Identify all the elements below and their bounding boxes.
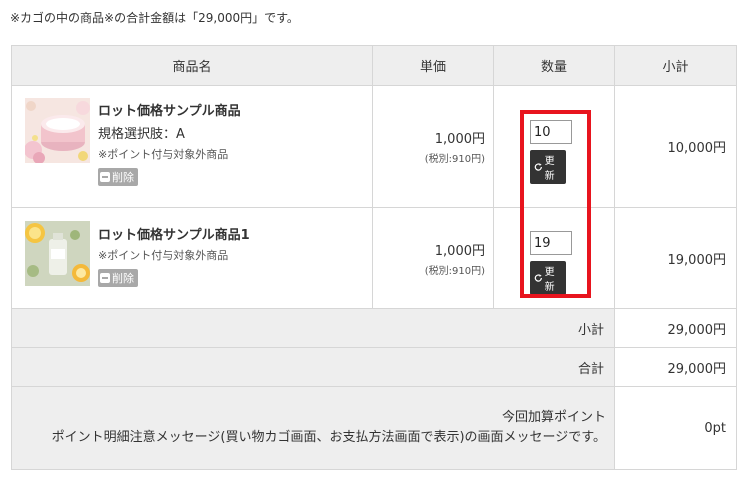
points-row: 今回加算ポイント ポイント明細注意メッセージ(買い物カゴ画面、お支払方法画面で表…: [11, 386, 737, 470]
delete-button[interactable]: 削除: [98, 168, 138, 186]
total-label: 合計: [11, 347, 615, 387]
product-cell: ロット価格サンプル商品1 ※ポイント付与対象外商品 削除: [11, 207, 373, 309]
product-spec: 規格選択肢：A: [98, 127, 185, 142]
unit-price-cell: 1,000円 (税別:910円): [372, 85, 494, 208]
product-image-cream[interactable]: [25, 98, 90, 163]
cart-item-row: ロット価格サンプル商品 規格選択肢：A ※ポイント付与対象外商品 削除 1,00…: [11, 85, 737, 208]
product-name[interactable]: ロット価格サンプル商品: [98, 100, 241, 119]
tax-excluded-price: (税別:910円): [424, 265, 485, 277]
cart-item-row: ロット価格サンプル商品1 ※ポイント付与対象外商品 削除 1,000円 (税別:…: [11, 207, 737, 309]
delete-label: 削除: [112, 272, 134, 285]
unit-price: 1,000円: [434, 243, 485, 259]
delete-label: 削除: [112, 171, 134, 184]
product-image-bottle[interactable]: [25, 221, 90, 286]
cart-table: 商品名 単価 数量 小計 ロット価格サンプル商品 規格選択肢：A ※ポイント付与…: [11, 45, 737, 470]
product-cell: ロット価格サンプル商品 規格選択肢：A ※ポイント付与対象外商品 削除: [11, 85, 373, 208]
quantity-input[interactable]: [530, 120, 572, 144]
quantity-cell: 更新: [493, 207, 615, 309]
points-label: 今回加算ポイント: [501, 410, 606, 425]
col-header-product: 商品名: [11, 45, 373, 86]
delete-button[interactable]: 削除: [98, 269, 138, 287]
cart-notice: ※カゴの中の商品※の合計金額は「29,000円」です。: [10, 11, 299, 25]
update-button[interactable]: 更新: [530, 150, 566, 184]
refresh-icon: [534, 274, 542, 282]
total-value: 29,000円: [614, 347, 737, 387]
quantity-cell: 更新: [493, 85, 615, 208]
points-message: ポイント明細注意メッセージ(買い物カゴ画面、お支払方法画面で表示)の画面メッセー…: [51, 430, 606, 445]
subtotal-row: 小計 29,000円: [11, 308, 737, 348]
item-subtotal: 10,000円: [614, 85, 737, 208]
col-header-quantity: 数量: [493, 45, 615, 86]
subtotal-label: 小計: [11, 308, 615, 348]
tax-excluded-price: (税別:910円): [424, 154, 485, 165]
quantity-input[interactable]: [530, 231, 572, 255]
col-header-unit-price: 単価: [372, 45, 494, 86]
refresh-icon: [534, 163, 542, 171]
product-point-note: ※ポイント付与対象外商品: [98, 249, 229, 262]
total-row: 合計 29,000円: [11, 347, 737, 387]
unit-price-cell: 1,000円 (税別:910円): [372, 207, 494, 309]
subtotal-value: 29,000円: [614, 308, 737, 348]
col-header-subtotal: 小計: [614, 45, 737, 86]
update-label: 更新: [544, 156, 555, 182]
unit-price: 1,000円: [434, 132, 485, 147]
item-subtotal: 19,000円: [614, 207, 737, 309]
product-name[interactable]: ロット価格サンプル商品1: [98, 224, 250, 243]
product-point-note: ※ポイント付与対象外商品: [98, 148, 229, 161]
minus-icon: [100, 172, 110, 182]
update-button[interactable]: 更新: [530, 261, 566, 295]
minus-icon: [100, 273, 110, 283]
header-row: 商品名 単価 数量 小計: [11, 45, 737, 86]
points-info: 今回加算ポイント ポイント明細注意メッセージ(買い物カゴ画面、お支払方法画面で表…: [11, 386, 615, 470]
update-label: 更新: [544, 267, 555, 293]
points-value: 0pt: [614, 386, 737, 470]
